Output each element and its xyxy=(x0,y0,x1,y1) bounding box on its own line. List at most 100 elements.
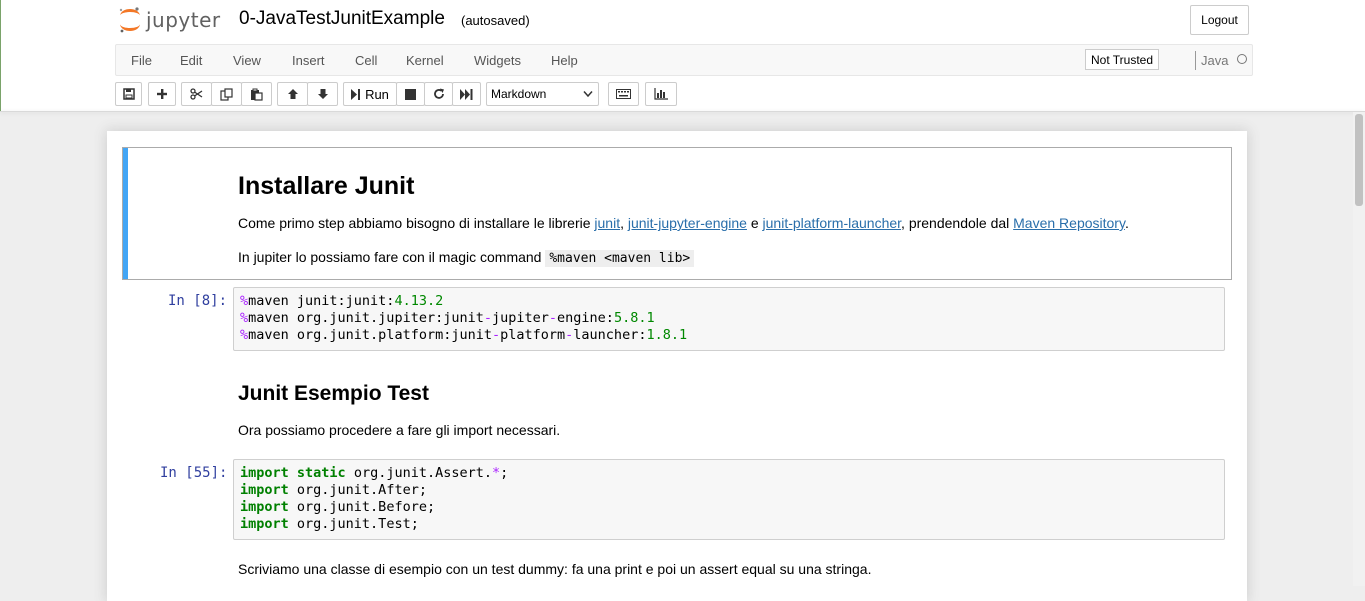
link-junit-platform-launcher[interactable]: junit-platform-launcher xyxy=(763,215,902,231)
move-up-button[interactable] xyxy=(277,82,308,106)
input-prompt-8: In [8]: xyxy=(168,293,228,309)
code-token: org.junit.Before; xyxy=(288,499,436,515)
autosave-status: (autosaved) xyxy=(461,13,530,28)
restart-button[interactable] xyxy=(424,82,453,106)
code-token: maven org.junit.jupiter:junit xyxy=(248,310,484,326)
stop-icon xyxy=(405,88,416,100)
bar-chart-icon xyxy=(654,88,668,100)
notebook-name[interactable]: 0-JavaTestJunitExample xyxy=(239,8,445,30)
menu-bar: File Edit View Insert Cell Kernel Widget… xyxy=(115,44,1253,76)
code-line: import org.junit.After; xyxy=(240,482,427,498)
scrollbar-thumb[interactable] xyxy=(1355,114,1363,206)
menu-widgets[interactable]: Widgets xyxy=(474,53,521,68)
link-junit-jupyter-engine[interactable]: junit-jupyter-engine xyxy=(628,215,747,231)
link-maven-repository[interactable]: Maven Repository xyxy=(1013,215,1125,231)
run-label: Run xyxy=(365,86,389,102)
save-icon xyxy=(122,88,135,100)
code-token: import xyxy=(240,516,289,532)
code-token: import xyxy=(240,465,289,481)
cell-type-select[interactable]: Markdown xyxy=(486,82,599,106)
text-segment: , xyxy=(620,215,628,231)
heading-junit-esempio-test: Junit Esempio Test xyxy=(238,382,429,405)
notebook-container: Installare Junit Come primo step abbiamo… xyxy=(107,131,1247,601)
code-token: - xyxy=(548,310,558,326)
menu-edit[interactable]: Edit xyxy=(180,53,202,68)
copy-button[interactable] xyxy=(211,82,242,106)
code-token: import xyxy=(240,499,289,515)
jupyter-logo-icon xyxy=(119,7,140,33)
code-line: import org.junit.Before; xyxy=(240,499,435,515)
code-token: - xyxy=(491,327,501,343)
text-segment: Come primo step abbiamo bisogno di insta… xyxy=(238,215,595,231)
paste-icon xyxy=(251,88,263,101)
text-segment: e xyxy=(746,215,763,231)
code-token: 5.8.1 xyxy=(613,310,655,326)
code-cell-maven[interactable]: %maven junit:junit:4.13.2 %maven org.jun… xyxy=(233,287,1225,351)
move-down-button[interactable] xyxy=(307,82,338,106)
code-line: import static org.junit.Assert.*; xyxy=(240,465,508,481)
plus-icon xyxy=(157,89,167,99)
code-token: org.junit.Assert. xyxy=(345,465,493,481)
link-junit[interactable]: junit xyxy=(594,215,620,231)
code-token: * xyxy=(492,465,501,481)
code-token: ; xyxy=(500,465,509,481)
code-token: maven org.junit.platform:junit xyxy=(248,327,492,343)
page-scrollbar[interactable] xyxy=(1353,112,1365,586)
jupyter-logo[interactable]: jupyter xyxy=(118,5,221,35)
menu-help[interactable]: Help xyxy=(551,53,578,68)
keyboard-icon xyxy=(616,89,631,99)
paragraph-magic-command: In jupiter lo possiamo fare con il magic… xyxy=(238,249,695,267)
arrow-down-icon xyxy=(317,89,328,99)
code-line: %maven junit:junit:4.13.2 xyxy=(240,293,443,309)
code-token: static xyxy=(296,465,346,481)
cell-type-value: Markdown xyxy=(491,87,547,101)
code-token: engine: xyxy=(557,310,614,326)
chart-button[interactable] xyxy=(645,82,677,106)
save-button[interactable] xyxy=(115,82,142,106)
menu-file[interactable]: File xyxy=(131,53,152,68)
paragraph-imports: Ora possiamo procedere a fare gli import… xyxy=(238,422,561,438)
run-icon xyxy=(351,88,361,100)
heading-installare-junit: Installare Junit xyxy=(238,172,415,200)
logout-button[interactable]: Logout xyxy=(1190,5,1249,35)
code-line: %maven org.junit.jupiter:junit-jupiter-e… xyxy=(240,310,655,326)
arrow-up-icon xyxy=(287,89,298,99)
paste-button[interactable] xyxy=(241,82,272,106)
code-token: jupiter xyxy=(491,310,549,326)
text-segment: In jupiter lo possiamo fare con il magic… xyxy=(238,249,546,265)
input-prompt-55: In [55]: xyxy=(160,465,228,481)
menu-insert[interactable]: Insert xyxy=(292,53,325,68)
jupyter-logo-text: jupyter xyxy=(146,8,221,32)
markdown-cell-selected[interactable]: Installare Junit Come primo step abbiamo… xyxy=(122,147,1232,280)
chevron-down-icon xyxy=(583,91,593,98)
header-divider xyxy=(0,111,1365,112)
menu-kernel[interactable]: Kernel xyxy=(406,53,444,68)
menu-cell[interactable]: Cell xyxy=(355,53,377,68)
copy-icon xyxy=(220,87,233,101)
paragraph-libraries: Come primo step abbiamo bisogno di insta… xyxy=(238,215,1129,231)
code-token: org.junit.Test; xyxy=(288,516,419,532)
kernel-idle-icon xyxy=(1237,54,1247,64)
code-token: % xyxy=(240,327,249,343)
code-token: - xyxy=(483,310,492,326)
menu-view[interactable]: View xyxy=(233,53,261,68)
cut-button[interactable] xyxy=(181,82,212,106)
trust-status-button[interactable]: Not Trusted xyxy=(1085,49,1160,70)
interrupt-button[interactable] xyxy=(396,82,425,106)
paragraph-example-class: Scriviamo una classe di esempio con un t… xyxy=(238,561,872,577)
restart-run-all-button[interactable] xyxy=(452,82,481,106)
kernel-name: Java xyxy=(1201,53,1229,68)
run-button[interactable]: Run xyxy=(343,82,397,106)
code-token: 1.8.1 xyxy=(646,327,688,343)
code-line: %maven org.junit.platform:junit-platform… xyxy=(240,327,687,343)
command-palette-button[interactable] xyxy=(608,82,639,106)
kernel-separator xyxy=(1195,51,1196,70)
code-token: maven junit:junit: xyxy=(248,293,395,309)
code-token: platform xyxy=(500,327,566,343)
code-cell-imports[interactable]: import static org.junit.Assert.*; import… xyxy=(233,459,1225,540)
cut-icon xyxy=(190,88,203,100)
text-segment: , prendendole dal xyxy=(901,215,1014,231)
code-token: % xyxy=(240,293,249,309)
insert-cell-button[interactable] xyxy=(148,82,176,106)
text-segment: . xyxy=(1124,215,1129,231)
